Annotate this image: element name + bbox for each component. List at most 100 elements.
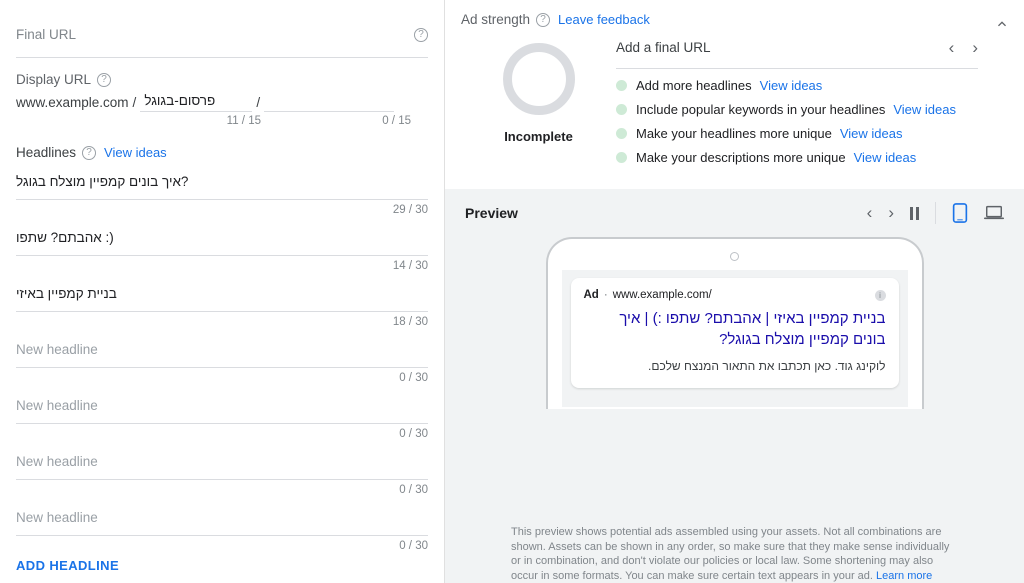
display-url-block: Display URL ? www.example.com / פרסום-בג… (16, 72, 428, 127)
ad-preview-title[interactable]: בניית קמפיין באיזי | אהבתם? שתפו :) | אי… (584, 308, 885, 350)
ad-strength-gauge: Incomplete (461, 35, 616, 165)
display-url-counters: 11 / 15 0 / 15 (16, 115, 428, 127)
headline-row[interactable]: בניית קמפיין באיזי 18 / 30 (16, 274, 428, 330)
headline-counter: 14 / 30 (392, 260, 428, 272)
headline-input[interactable]: (: אהבתם? שתפו (16, 228, 428, 256)
add-headline-button[interactable]: ADD HEADLINE (16, 558, 428, 573)
headline-input[interactable]: בניית קמפיין באיזי (16, 284, 428, 312)
phone-frame: Ad · www.example.com/ i בניית קמפיין באי… (545, 237, 924, 409)
display-url-inputs: www.example.com / פרסום-בגוגל / (16, 93, 428, 112)
ad-preview-description: לוקינג גוד. כאן תכתבו את התאור המנצח שלכ… (648, 359, 886, 373)
pause-icon[interactable] (910, 206, 919, 220)
preview-header: Preview ‹ › (461, 189, 1008, 237)
final-url-label: Final URL (16, 27, 77, 42)
display-url-domain: www.example.com (16, 95, 129, 110)
add-final-url-text: Add a final URL (616, 40, 711, 55)
suggestion-text: Include popular keywords in your headlin… (636, 102, 886, 117)
headlines-label: Headlines (16, 145, 77, 160)
suggestion-text: Make your headlines more unique (636, 126, 832, 141)
suggestion-item: Make your headlines more unique View ide… (616, 126, 978, 141)
help-icon[interactable]: ? (82, 145, 97, 160)
status-dot-icon (616, 80, 627, 91)
preview-title: Preview (465, 205, 518, 221)
suggestion-text: Add more headlines (636, 78, 752, 93)
ad-editor-app: Final URL ? Display URL ? www.example.co… (0, 0, 1024, 583)
ad-asset-form-panel: Final URL ? Display URL ? www.example.co… (0, 0, 445, 583)
headline-row[interactable]: New headline 0 / 30 (16, 386, 428, 442)
display-url-label: Display URL (16, 72, 92, 87)
headline-input[interactable]: New headline (16, 508, 428, 536)
preview-area: Preview ‹ › Ad · www.example.com/ i בניי… (445, 189, 1024, 583)
headlines-header: Headlines ? View ideas (16, 145, 428, 160)
suggestion-nav: ‹ › (949, 39, 978, 56)
help-icon[interactable]: ? (414, 27, 428, 42)
status-dot-icon (616, 152, 627, 163)
path1-counter: 11 / 15 (226, 115, 261, 127)
display-url-slash-1: / (132, 95, 137, 110)
ad-badge: Ad (583, 289, 599, 301)
headline-row[interactable]: ?איך בונים קמפיין מוצלח בגוגל 29 / 30 (16, 162, 428, 218)
ad-strength-header: Ad strength ? Leave feedback (461, 12, 1008, 27)
headline-row[interactable]: New headline 0 / 30 (16, 442, 428, 498)
preview-disclaimer: This preview shows potential ads assembl… (461, 513, 1008, 583)
learn-more-link[interactable]: Learn more (876, 570, 932, 582)
headline-counter: 18 / 30 (392, 316, 428, 328)
headline-row[interactable]: New headline 0 / 30 (16, 498, 428, 554)
help-icon[interactable]: ? (536, 12, 551, 27)
suggestion-item: Add more headlines View ideas (616, 78, 978, 93)
ad-strength-status: Incomplete (504, 129, 573, 144)
ad-preview-urlline: Ad · www.example.com/ i (584, 289, 886, 301)
path2-counter: 0 / 15 (382, 115, 411, 127)
ad-separator: · (603, 289, 608, 301)
headline-input[interactable]: New headline (16, 340, 428, 368)
next-icon[interactable]: › (888, 203, 894, 223)
headline-counter: 0 / 30 (399, 372, 428, 384)
help-icon[interactable]: ? (97, 72, 112, 87)
headline-counter: 29 / 30 (392, 204, 428, 216)
ad-strength-card: Ad strength ? Leave feedback Incomplete … (445, 0, 1024, 189)
display-url-slash-2: / (256, 95, 261, 110)
ad-preview-card[interactable]: Ad · www.example.com/ i בניית קמפיין באי… (570, 278, 899, 388)
suggestion-item: Include popular keywords in your headlin… (616, 102, 978, 117)
ad-display-url: www.example.com/ (612, 289, 712, 301)
device-preview: Ad · www.example.com/ i בניית קמפיין באי… (461, 237, 1008, 513)
preview-and-strength-panel: Ad strength ? Leave feedback Incomplete … (445, 0, 1024, 583)
divider (935, 202, 936, 224)
display-url-path2-input[interactable] (264, 108, 395, 112)
prev-icon[interactable]: ‹ (949, 39, 955, 56)
next-icon[interactable]: › (972, 39, 978, 56)
headlines-view-ideas-link[interactable]: View ideas (104, 145, 167, 160)
phone-screen: Ad · www.example.com/ i בניית קמפיין באי… (561, 270, 908, 407)
add-final-url-header: Add a final URL ‹ › (616, 39, 978, 69)
status-dot-icon (616, 104, 627, 115)
status-dot-icon (616, 128, 627, 139)
chevron-up-icon[interactable] (990, 12, 1014, 36)
headlines-list: ?איך בונים קמפיין מוצלח בגוגל 29 / 30 (:… (16, 162, 428, 554)
headline-row[interactable]: New headline 0 / 30 (16, 330, 428, 386)
headline-input[interactable]: New headline (16, 396, 428, 424)
info-icon[interactable]: i (874, 289, 886, 301)
headline-input[interactable]: ?איך בונים קמפיין מוצלח בגוגל (16, 172, 428, 200)
headline-counter: 0 / 30 (399, 428, 428, 440)
desktop-icon[interactable] (984, 204, 1004, 222)
suggestion-view-ideas-link[interactable]: View ideas (893, 102, 956, 117)
mobile-icon[interactable] (952, 203, 968, 223)
suggestion-view-ideas-link[interactable]: View ideas (854, 150, 917, 165)
suggestion-view-ideas-link[interactable]: View ideas (760, 78, 823, 93)
ad-strength-title: Ad strength (461, 12, 531, 27)
prev-icon[interactable]: ‹ (867, 203, 873, 223)
final-url-field[interactable]: Final URL ? (16, 12, 428, 58)
leave-feedback-link[interactable]: Leave feedback (558, 12, 650, 27)
preview-controls: ‹ › (867, 202, 1004, 224)
display-url-path1-input[interactable]: פרסום-בגוגל (140, 93, 253, 112)
gauge-ring (502, 43, 575, 115)
camera-icon (730, 252, 739, 261)
headline-row[interactable]: (: אהבתם? שתפו 14 / 30 (16, 218, 428, 274)
headline-input[interactable]: New headline (16, 452, 428, 480)
headline-counter: 0 / 30 (399, 540, 428, 552)
ad-strength-suggestions: Add a final URL ‹ › Add more headlines V… (616, 35, 1008, 165)
headline-counter: 0 / 30 (399, 484, 428, 496)
display-url-label-row: Display URL ? (16, 72, 428, 87)
suggestion-view-ideas-link[interactable]: View ideas (840, 126, 903, 141)
suggestion-item: Make your descriptions more unique View … (616, 150, 978, 165)
